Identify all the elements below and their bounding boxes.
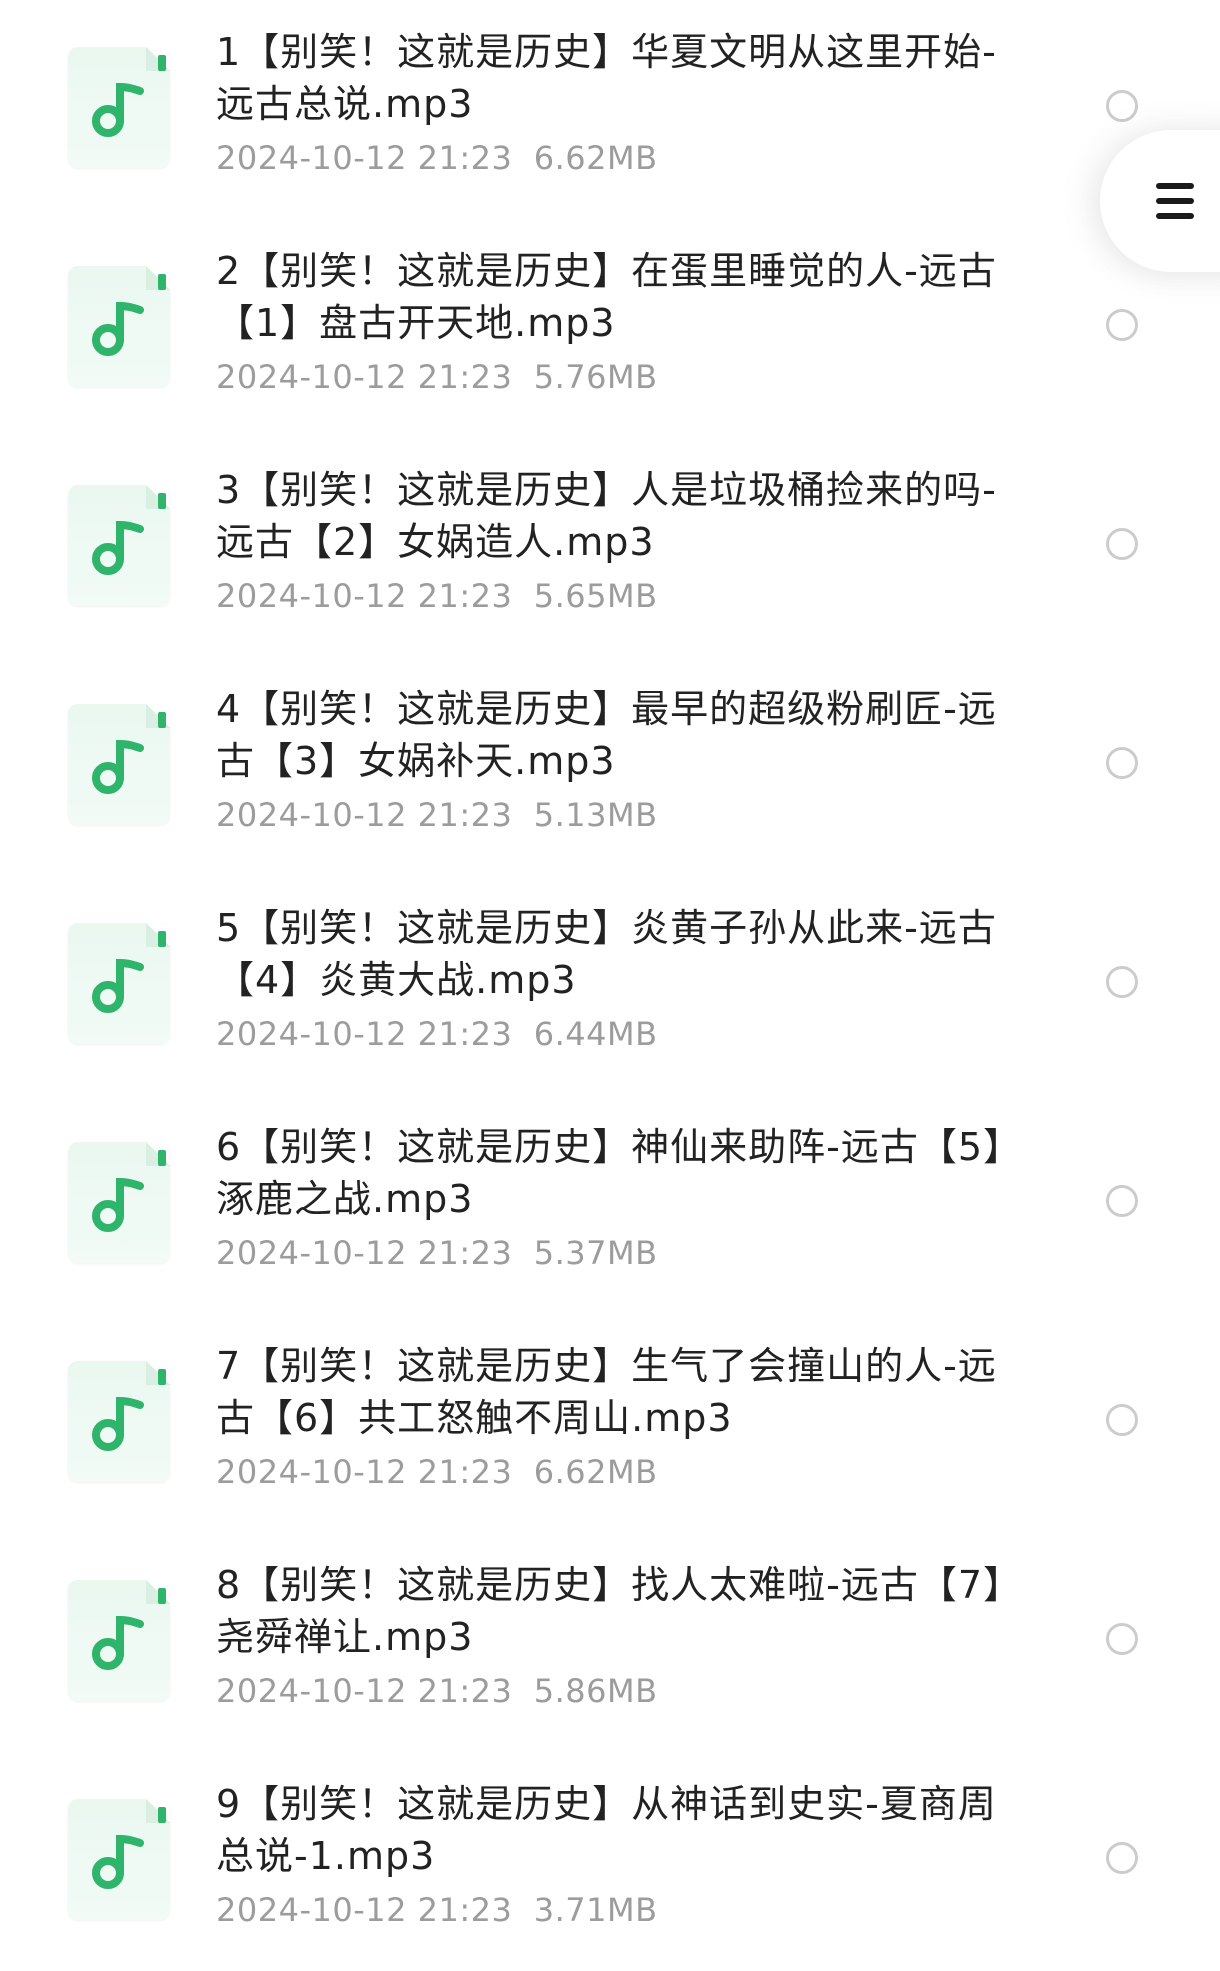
file-tab — [158, 493, 166, 509]
music-note-icon — [92, 301, 144, 356]
file-size: 5.76MB — [533, 358, 658, 396]
file-size: 6.62MB — [533, 1453, 658, 1491]
music-file-icon — [68, 704, 170, 825]
file-tab — [158, 712, 166, 728]
file-name: 2【别笑！这就是历史】在蛋里睡觉的人-远古【1】盘古开天地.mp3 — [216, 249, 997, 345]
file-meta: 2024-10-12 21:23 5.13MB — [216, 795, 658, 835]
select-radio[interactable] — [1106, 1623, 1138, 1655]
file-tab — [158, 1807, 166, 1823]
file-date: 2024-10-12 21:23 — [216, 1672, 513, 1710]
file-meta: 2024-10-12 21:23 5.86MB — [216, 1671, 658, 1711]
select-radio[interactable] — [1106, 528, 1138, 560]
file-meta: 2024-10-12 21:23 5.65MB — [216, 576, 658, 616]
music-file-icon — [68, 923, 170, 1044]
file-size: 3.71MB — [533, 1891, 658, 1929]
file-meta: 2024-10-12 21:23 6.44MB — [216, 1014, 658, 1054]
meta-spacer — [512, 139, 533, 177]
select-radio[interactable] — [1106, 1842, 1138, 1874]
meta-spacer — [512, 1672, 533, 1710]
music-note-icon — [92, 1396, 144, 1451]
music-note-icon — [92, 958, 144, 1013]
music-file-icon — [68, 266, 170, 387]
file-size: 5.86MB — [533, 1672, 658, 1710]
meta-spacer — [512, 1015, 533, 1053]
file-tab — [158, 55, 166, 71]
music-file-icon — [68, 485, 170, 606]
music-note-icon — [92, 1834, 144, 1889]
file-tab — [158, 931, 166, 947]
music-file-icon — [68, 1361, 170, 1482]
file-date: 2024-10-12 21:23 — [216, 577, 513, 615]
file-tab — [158, 1588, 166, 1604]
file-row[interactable]: 7【别笑！这就是历史】生气了会撞山的人-远古【6】共工怒触不周山.mp3 2024… — [0, 1314, 1220, 1533]
meta-spacer — [512, 1234, 533, 1272]
file-date: 2024-10-12 21:23 — [216, 139, 513, 177]
select-radio[interactable] — [1106, 309, 1138, 341]
file-date: 2024-10-12 21:23 — [216, 1891, 513, 1929]
file-name: 7【别笑！这就是历史】生气了会撞山的人-远古【6】共工怒触不周山.mp3 — [216, 1344, 997, 1440]
meta-spacer — [512, 577, 533, 615]
select-radio[interactable] — [1106, 747, 1138, 779]
file-name: 1【别笑！这就是历史】华夏文明从这里开始-远古总说.mp3 — [216, 30, 997, 126]
file-meta: 2024-10-12 21:23 5.76MB — [216, 357, 658, 397]
file-size: 6.62MB — [533, 139, 658, 177]
select-radio[interactable] — [1106, 90, 1138, 122]
music-note-icon — [92, 82, 144, 137]
select-radio[interactable] — [1106, 1404, 1138, 1436]
music-note-icon — [92, 1615, 144, 1670]
meta-spacer — [512, 1453, 533, 1491]
file-date: 2024-10-12 21:23 — [216, 1015, 513, 1053]
music-file-icon — [68, 1799, 170, 1920]
menu-icon-bar — [1156, 213, 1194, 219]
file-name: 4【别笑！这就是历史】最早的超级粉刷匠-远古【3】女娲补天.mp3 — [216, 687, 997, 783]
file-name: 3【别笑！这就是历史】人是垃圾桶捡来的吗-远古【2】女娲造人.mp3 — [216, 468, 997, 564]
music-file-icon — [68, 1580, 170, 1701]
file-tab — [158, 1369, 166, 1385]
music-file-icon — [68, 1142, 170, 1263]
file-meta: 2024-10-12 21:23 6.62MB — [216, 1452, 658, 1492]
file-meta: 2024-10-12 21:23 6.62MB — [216, 138, 658, 178]
file-tab — [158, 1150, 166, 1166]
menu-icon — [1156, 183, 1194, 189]
select-radio[interactable] — [1106, 1185, 1138, 1217]
file-row[interactable]: 5【别笑！这就是历史】炎黄子孙从此来-远古【4】炎黄大战.mp3 2024-10-… — [0, 876, 1220, 1095]
file-row[interactable]: 9【别笑！这就是历史】从神话到史实-夏商周总说-1.mp3 2024-10-12 … — [0, 1752, 1220, 1971]
file-row[interactable]: 8【别笑！这就是历史】找人太难啦-远古【7】尧舜禅让.mp3 2024-10-12… — [0, 1533, 1220, 1752]
file-size: 5.13MB — [533, 796, 658, 834]
meta-spacer — [512, 796, 533, 834]
file-tab — [158, 274, 166, 290]
music-file-icon — [68, 47, 170, 168]
file-date: 2024-10-12 21:23 — [216, 1453, 513, 1491]
file-meta: 2024-10-12 21:23 5.37MB — [216, 1233, 658, 1273]
file-meta: 2024-10-12 21:23 3.71MB — [216, 1890, 658, 1930]
meta-spacer — [512, 358, 533, 396]
file-name: 5【别笑！这就是历史】炎黄子孙从此来-远古【4】炎黄大战.mp3 — [216, 906, 997, 1002]
file-date: 2024-10-12 21:23 — [216, 796, 513, 834]
file-row[interactable]: 4【别笑！这就是历史】最早的超级粉刷匠-远古【3】女娲补天.mp3 2024-10… — [0, 657, 1220, 876]
file-row[interactable]: 6【别笑！这就是历史】神仙来助阵-远古【5】涿鹿之战.mp3 2024-10-12… — [0, 1095, 1220, 1314]
file-name: 6【别笑！这就是历史】神仙来助阵-远古【5】涿鹿之战.mp3 — [216, 1125, 1004, 1221]
file-name: 9【别笑！这就是历史】从神话到史实-夏商周总说-1.mp3 — [216, 1782, 997, 1878]
menu-icon-bar — [1156, 198, 1194, 204]
file-row[interactable]: 3【别笑！这就是历史】人是垃圾桶捡来的吗-远古【2】女娲造人.mp3 2024-1… — [0, 438, 1220, 657]
file-size: 6.44MB — [533, 1015, 658, 1053]
meta-spacer — [512, 1891, 533, 1929]
select-radio[interactable] — [1106, 966, 1138, 998]
file-row[interactable]: 1【别笑！这就是历史】华夏文明从这里开始-远古总说.mp3 2024-10-12 … — [0, 0, 1220, 219]
file-name: 8【别笑！这就是历史】找人太难啦-远古【7】尧舜禅让.mp3 — [216, 1563, 1004, 1659]
music-note-icon — [92, 1177, 144, 1232]
file-size: 5.65MB — [533, 577, 658, 615]
file-date: 2024-10-12 21:23 — [216, 1234, 513, 1272]
file-row[interactable]: 2【别笑！这就是历史】在蛋里睡觉的人-远古【1】盘古开天地.mp3 2024-10… — [0, 219, 1220, 438]
file-size: 5.37MB — [533, 1234, 658, 1272]
music-note-icon — [92, 520, 144, 575]
file-date: 2024-10-12 21:23 — [216, 358, 513, 396]
music-note-icon — [92, 739, 144, 794]
